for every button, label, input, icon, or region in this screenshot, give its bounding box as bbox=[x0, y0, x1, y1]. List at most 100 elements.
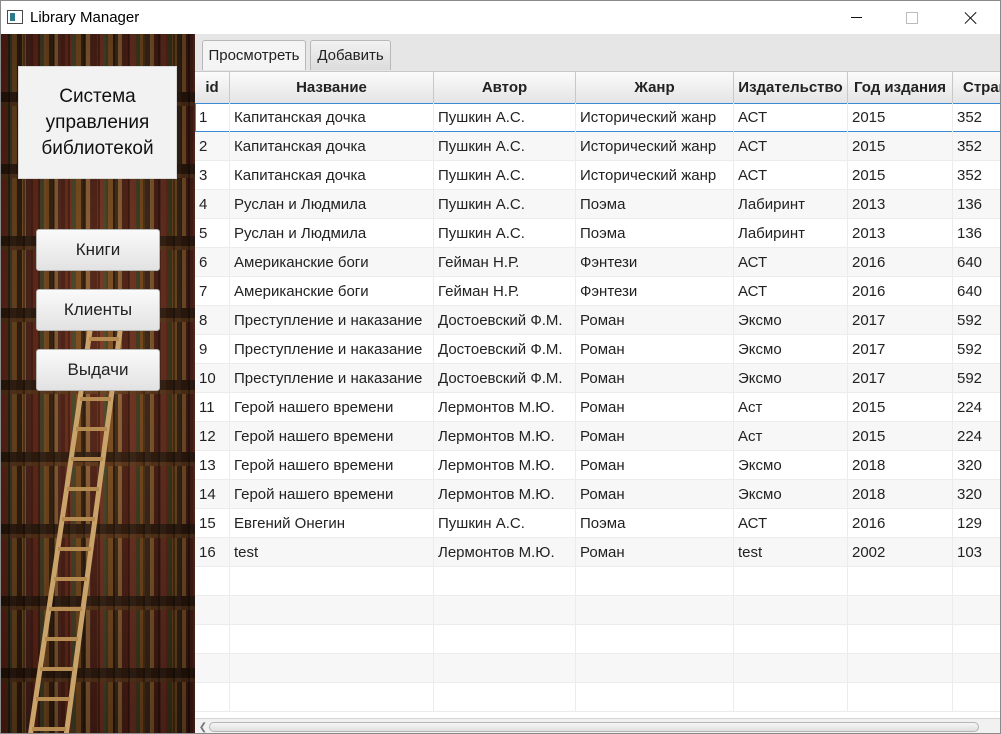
table-cell: Преступление и наказание bbox=[230, 306, 434, 335]
table-cell bbox=[230, 683, 434, 712]
table-cell: 2013 bbox=[848, 219, 953, 248]
table-cell: Герой нашего времени bbox=[230, 451, 434, 480]
table-row[interactable]: 10 Преступление и наказание Достоевский Ф.… bbox=[195, 364, 1000, 393]
table-cell: Лермонтов М.Ю. bbox=[434, 451, 576, 480]
table-row[interactable]: 2 Капитанская дочка Пушкин А.С. Исторически… bbox=[195, 132, 1000, 161]
scrollbar-thumb[interactable] bbox=[209, 722, 979, 732]
table-cell bbox=[848, 596, 953, 625]
table-row[interactable]: 4 Руслан и Людмила Пушкин А.С. Поэма Лабирин… bbox=[195, 190, 1000, 219]
column-header-title[interactable]: Название bbox=[230, 72, 434, 103]
maximize-button[interactable] bbox=[889, 1, 935, 34]
empty-table-row[interactable] bbox=[195, 567, 1000, 596]
table-cell: 1 bbox=[195, 103, 230, 132]
table-cell bbox=[195, 625, 230, 654]
minimize-icon bbox=[850, 17, 862, 18]
table-cell: АСТ bbox=[734, 248, 848, 277]
table-cell: Лермонтов М.Ю. bbox=[434, 538, 576, 567]
table-cell: Капитанская дочка bbox=[230, 132, 434, 161]
table-cell: Роман bbox=[576, 393, 734, 422]
table-cell: 2016 bbox=[848, 248, 953, 277]
table-row[interactable]: 8 Преступление и наказание Достоевский Ф.М… bbox=[195, 306, 1000, 335]
table-cell: 14 bbox=[195, 480, 230, 509]
table-cell: test bbox=[734, 538, 848, 567]
table-cell bbox=[848, 683, 953, 712]
table-cell: 2002 bbox=[848, 538, 953, 567]
table-cell: 320 bbox=[953, 451, 1000, 480]
table-row[interactable]: 16 test Лермонтов М.Ю. Роман test 2002 103 bbox=[195, 538, 1000, 567]
title-bar: Library Manager bbox=[1, 1, 1000, 34]
table-cell: Лабиринт bbox=[734, 219, 848, 248]
loans-button[interactable]: Выдачи bbox=[36, 349, 160, 391]
books-button[interactable]: Книги bbox=[36, 229, 160, 271]
tab-view[interactable]: Просмотреть bbox=[202, 40, 306, 70]
empty-table-row[interactable] bbox=[195, 654, 1000, 683]
table-cell bbox=[953, 567, 1000, 596]
table-cell: 592 bbox=[953, 364, 1000, 393]
table-cell: 2017 bbox=[848, 364, 953, 393]
column-header-author[interactable]: Автор bbox=[434, 72, 576, 103]
table-cell bbox=[230, 567, 434, 596]
empty-table-row[interactable] bbox=[195, 683, 1000, 712]
table-row[interactable]: 6 Американские боги Гейман Н.Р. Фэнтези АСТ 2… bbox=[195, 248, 1000, 277]
table-cell: Евгений Онегин bbox=[230, 509, 434, 538]
table-cell bbox=[434, 567, 576, 596]
table-cell: Исторический жанр bbox=[576, 161, 734, 190]
table-cell: Эксмо bbox=[734, 480, 848, 509]
table-cell: 2015 bbox=[848, 422, 953, 451]
table-row[interactable]: 13 Герой нашего времени Лермонтов М.Ю. Рома… bbox=[195, 451, 1000, 480]
column-header-pages[interactable]: Стран bbox=[953, 72, 1000, 103]
table-row[interactable]: 15 Евгений Онегин Пушкин А.С. Поэма АСТ 2016 1… bbox=[195, 509, 1000, 538]
table-cell: Лермонтов М.Ю. bbox=[434, 480, 576, 509]
table-cell: 640 bbox=[953, 248, 1000, 277]
table-cell bbox=[195, 654, 230, 683]
horizontal-scrollbar[interactable]: ❮ bbox=[195, 718, 1000, 733]
table-row[interactable]: 7 Американские боги Гейман Н.Р. Фэнтези АСТ 2… bbox=[195, 277, 1000, 306]
table-cell: 8 bbox=[195, 306, 230, 335]
table-cell bbox=[434, 625, 576, 654]
table-row[interactable]: 9 Преступление и наказание Достоевский Ф.М… bbox=[195, 335, 1000, 364]
empty-table-row[interactable] bbox=[195, 596, 1000, 625]
table-cell: 2015 bbox=[848, 161, 953, 190]
table-cell: Поэма bbox=[576, 219, 734, 248]
table-cell: 2016 bbox=[848, 277, 953, 306]
maximize-icon bbox=[906, 11, 918, 24]
tab-add[interactable]: Добавить bbox=[310, 40, 391, 70]
minimize-button[interactable] bbox=[833, 1, 879, 34]
table-row[interactable]: 12 Герой нашего времени Лермонтов М.Ю. Рома… bbox=[195, 422, 1000, 451]
close-button[interactable] bbox=[948, 1, 994, 34]
table-cell: АСТ bbox=[734, 161, 848, 190]
table-cell: Эксмо bbox=[734, 364, 848, 393]
table-cell bbox=[734, 596, 848, 625]
clients-button[interactable]: Клиенты bbox=[36, 289, 160, 331]
table-row[interactable]: 14 Герой нашего времени Лермонтов М.Ю. Рома… bbox=[195, 480, 1000, 509]
column-header-genre[interactable]: Жанр bbox=[576, 72, 734, 103]
table-row[interactable]: 11 Герой нашего времени Лермонтов М.Ю. Рома… bbox=[195, 393, 1000, 422]
table-cell: 136 bbox=[953, 190, 1000, 219]
table-row[interactable]: 1 Капитанская дочка Пушкин А.С. Исторически… bbox=[195, 103, 1000, 132]
table-cell bbox=[953, 596, 1000, 625]
table-cell: Роман bbox=[576, 422, 734, 451]
table-cell: Лермонтов М.Ю. bbox=[434, 422, 576, 451]
table-cell: Герой нашего времени bbox=[230, 422, 434, 451]
table-cell: Эксмо bbox=[734, 451, 848, 480]
table-cell: 320 bbox=[953, 480, 1000, 509]
window-title: Library Manager bbox=[30, 9, 140, 26]
table-row[interactable]: 5 Руслан и Людмила Пушкин А.С. Поэма Лабирин… bbox=[195, 219, 1000, 248]
table-cell: Аст bbox=[734, 422, 848, 451]
empty-table-row[interactable] bbox=[195, 625, 1000, 654]
table-cell bbox=[576, 683, 734, 712]
table-cell bbox=[576, 654, 734, 683]
table-cell: 352 bbox=[953, 103, 1000, 132]
table-row[interactable]: 3 Капитанская дочка Пушкин А.С. Исторически… bbox=[195, 161, 1000, 190]
table-cell: Исторический жанр bbox=[576, 132, 734, 161]
table-cell bbox=[734, 567, 848, 596]
table-cell: Роман bbox=[576, 364, 734, 393]
column-header-publisher[interactable]: Издательство bbox=[734, 72, 848, 103]
table-cell bbox=[953, 625, 1000, 654]
column-header-id[interactable]: id bbox=[195, 72, 230, 103]
column-header-year[interactable]: Год издания bbox=[848, 72, 953, 103]
table-cell: 2018 bbox=[848, 480, 953, 509]
table-cell bbox=[434, 654, 576, 683]
table-cell: 16 bbox=[195, 538, 230, 567]
chevron-left-icon[interactable]: ❮ bbox=[197, 721, 209, 733]
